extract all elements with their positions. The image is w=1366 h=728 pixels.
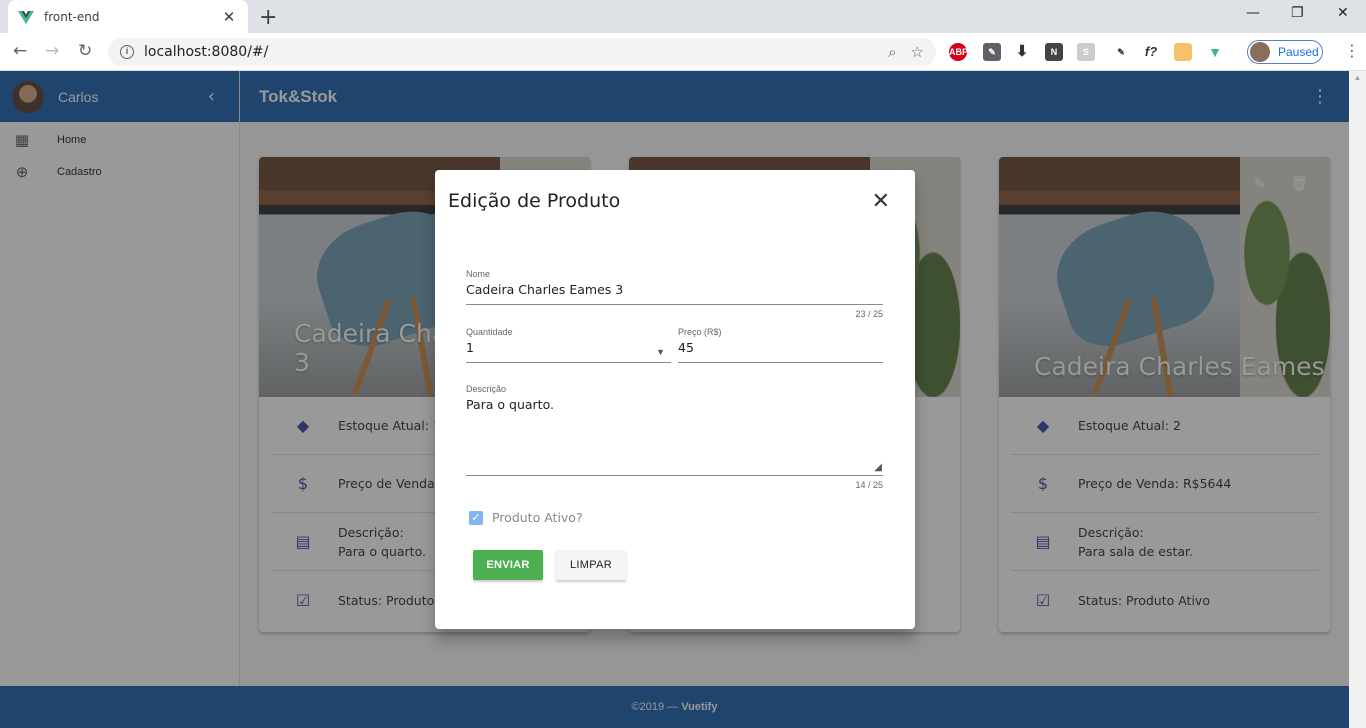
s-extension-icon[interactable]: S [1077, 43, 1095, 61]
dialog-title: Edição de Produto [448, 190, 621, 212]
calendar-extension-icon[interactable] [1174, 43, 1192, 61]
back-icon[interactable]: ← [13, 41, 27, 61]
tab-close-icon[interactable]: ✕ [220, 8, 238, 26]
window-close-icon[interactable]: ✕ [1337, 5, 1349, 21]
scroll-up-icon[interactable]: ▲ [1349, 73, 1366, 82]
vue-logo-icon [18, 10, 34, 24]
forward-icon[interactable]: → [45, 41, 59, 61]
minimize-icon[interactable]: — [1246, 5, 1260, 21]
quantidade-select[interactable]: Quantidade 1 ▼ [466, 327, 671, 363]
descricao-textarea[interactable]: Descrição Para o quarto. ◢ 14 / 25 [466, 384, 883, 492]
new-extension-icon[interactable]: N [1045, 43, 1063, 61]
browser-toolbar: ← → ↻ i localhost:8080/#/ ⌕ ☆ [0, 33, 1366, 71]
vue-devtools-icon[interactable]: ▼ [1206, 43, 1224, 61]
url-text: localhost:8080/#/ [144, 44, 269, 60]
enviar-button[interactable]: ENVIAR [473, 550, 543, 580]
extension-icon[interactable]: ✎ [983, 43, 1001, 61]
nome-field[interactable]: Nome Cadeira Charles Eames 3 23 / 25 [466, 269, 883, 319]
picker-extension-icon[interactable]: ✎ [1112, 43, 1130, 61]
produto-ativo-checkbox[interactable]: ✓ Produto Ativo? [469, 510, 583, 525]
profile-avatar [1250, 42, 1270, 62]
site-info-icon[interactable]: i [120, 45, 134, 59]
tab-title: front-end [44, 9, 100, 24]
browser-tabbar: front-end ✕ + — ❐ ✕ [0, 0, 1366, 33]
caret-down-icon: ▼ [656, 347, 665, 357]
preco-field[interactable]: Preço (R$) 45 [678, 327, 883, 363]
adblock-extension-icon[interactable]: ABP [949, 43, 968, 61]
descricao-counter: 14 / 25 [855, 480, 883, 490]
new-tab-icon[interactable]: + [259, 5, 277, 30]
address-bar[interactable]: i localhost:8080/#/ ⌕ ☆ [108, 38, 936, 66]
close-icon[interactable]: ✕ [872, 189, 890, 214]
profile-button[interactable]: Paused [1247, 40, 1323, 64]
restore-icon[interactable]: ❐ [1291, 5, 1304, 21]
profile-status: Paused [1278, 45, 1319, 59]
browser-tab[interactable]: front-end ✕ [8, 0, 248, 33]
zoom-icon[interactable]: ⌕ [888, 43, 896, 61]
page-scrollbar[interactable]: ▲ [1349, 71, 1366, 728]
edit-product-dialog: Edição de Produto ✕ Nome Cadeira Charles… [435, 170, 915, 629]
limpar-button[interactable]: LIMPAR [556, 550, 626, 580]
resize-handle-icon[interactable]: ◢ [874, 462, 882, 473]
font-extension-icon[interactable]: f? [1142, 43, 1160, 61]
bookmark-star-icon[interactable]: ☆ [911, 43, 924, 61]
reload-icon[interactable]: ↻ [78, 41, 92, 61]
browser-menu-icon[interactable]: ⋮ [1344, 41, 1360, 60]
check-icon: ✓ [469, 510, 483, 525]
nome-counter: 23 / 25 [855, 309, 883, 319]
download-extension-icon[interactable]: ⬇ [1013, 43, 1031, 61]
